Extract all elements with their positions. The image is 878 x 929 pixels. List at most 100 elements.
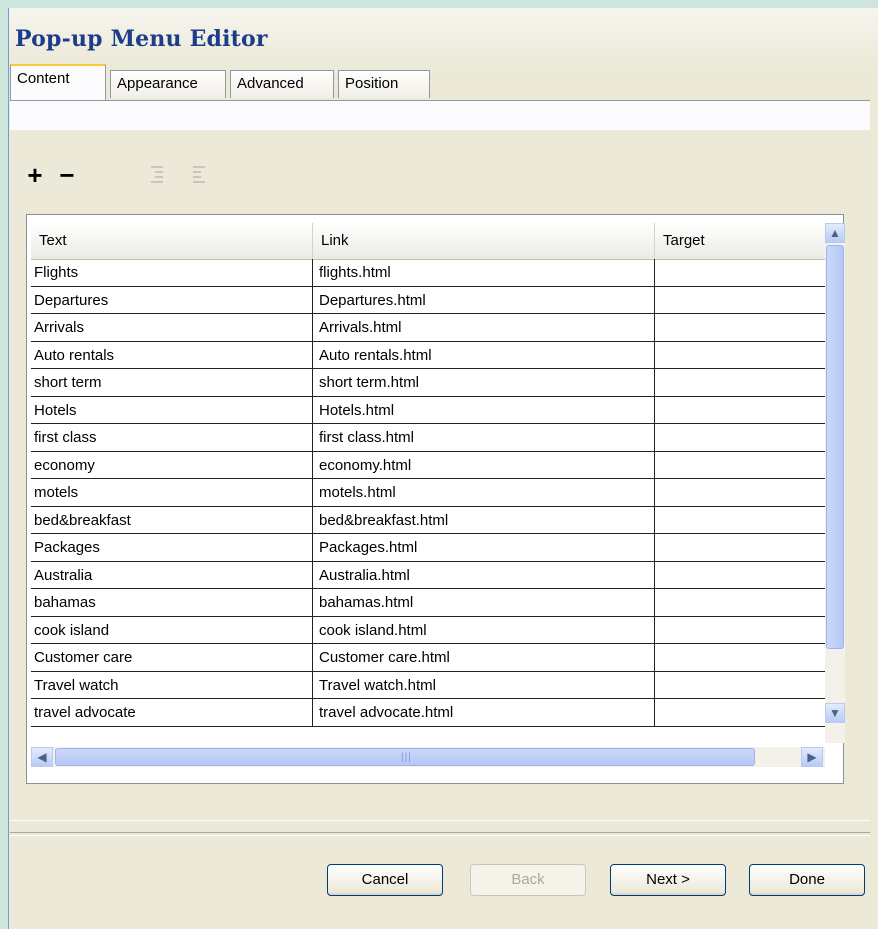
cell-text[interactable]: first class: [31, 424, 313, 451]
cell-link[interactable]: bahamas.html: [313, 589, 655, 616]
scroll-up-button[interactable]: ▲: [825, 223, 845, 243]
title-bar: Pop-up Menu Editor: [9, 8, 878, 68]
cell-target[interactable]: [655, 424, 825, 451]
table-row[interactable]: Auto rentals Auto rentals.html: [31, 341, 825, 369]
column-header-link[interactable]: Link: [313, 223, 655, 259]
cell-link[interactable]: bed&breakfast.html: [313, 506, 655, 534]
cell-link[interactable]: economy.html: [313, 451, 655, 479]
scroll-left-button[interactable]: ◀: [31, 747, 53, 767]
cell-target[interactable]: [655, 534, 825, 561]
table-row[interactable]: first class first class.html: [31, 424, 825, 452]
back-button[interactable]: Back: [470, 864, 586, 896]
tab-content[interactable]: Content: [10, 64, 106, 100]
cell-target[interactable]: [655, 589, 825, 616]
cell-link[interactable]: short term.html: [313, 369, 655, 396]
cell-target[interactable]: [655, 397, 825, 424]
grid-header: Text Link Target: [31, 223, 825, 260]
cell-target[interactable]: [655, 617, 825, 644]
cell-link[interactable]: Departures.html: [313, 286, 655, 314]
cell-text[interactable]: cook island: [31, 616, 313, 644]
tab-advanced[interactable]: Advanced: [230, 70, 334, 98]
indent-icon: [151, 166, 163, 183]
cell-text[interactable]: Arrivals: [31, 314, 313, 341]
cell-text[interactable]: Departures: [31, 286, 313, 314]
cell-target[interactable]: [655, 452, 825, 479]
cell-target[interactable]: [655, 287, 825, 314]
table-row[interactable]: short term short term.html: [31, 369, 825, 397]
table-row[interactable]: travel advocate travel advocate.html: [31, 699, 825, 727]
horizontal-scroll-thumb[interactable]: |||: [55, 748, 755, 766]
table-row[interactable]: Customer care Customer care.html: [31, 644, 825, 672]
cell-target[interactable]: [655, 672, 825, 699]
cell-text[interactable]: Hotels: [31, 396, 313, 424]
indent-item-button[interactable]: [144, 160, 170, 190]
cell-target[interactable]: [655, 644, 825, 671]
cell-text[interactable]: Travel watch: [31, 671, 313, 699]
table-row[interactable]: Australia Australia.html: [31, 561, 825, 589]
minus-icon: −: [59, 160, 75, 190]
cell-text[interactable]: Customer care: [31, 644, 313, 671]
table-row[interactable]: Travel watch Travel watch.html: [31, 671, 825, 699]
cell-text[interactable]: bahamas: [31, 589, 313, 616]
cell-link[interactable]: Auto rentals.html: [313, 341, 655, 369]
scroll-right-button[interactable]: ▶: [801, 747, 823, 767]
cell-text[interactable]: bed&breakfast: [31, 506, 313, 534]
cell-target[interactable]: [655, 259, 825, 286]
cell-link[interactable]: Packages.html: [313, 534, 655, 561]
cell-text[interactable]: travel advocate: [31, 699, 313, 726]
tab-position[interactable]: Position: [338, 70, 430, 98]
outdent-icon: [193, 166, 205, 183]
cell-target[interactable]: [655, 699, 825, 726]
add-item-button[interactable]: +: [22, 160, 48, 190]
done-button[interactable]: Done: [749, 864, 865, 896]
table-row[interactable]: bed&breakfast bed&breakfast.html: [31, 506, 825, 534]
tab-appearance[interactable]: Appearance: [110, 70, 226, 98]
cell-target[interactable]: [655, 562, 825, 589]
table-row[interactable]: Packages Packages.html: [31, 534, 825, 562]
chevron-left-icon: ◀: [37, 750, 47, 764]
column-header-target[interactable]: Target: [655, 223, 825, 259]
table-row[interactable]: Flights flights.html: [31, 259, 825, 287]
cancel-button[interactable]: Cancel: [327, 864, 443, 896]
table-row[interactable]: Hotels Hotels.html: [31, 396, 825, 424]
table-row[interactable]: bahamas bahamas.html: [31, 589, 825, 617]
cell-link[interactable]: Travel watch.html: [313, 671, 655, 699]
table-row[interactable]: motels motels.html: [31, 479, 825, 507]
vertical-scrollbar[interactable]: ▲ ▼: [825, 223, 845, 743]
cell-text[interactable]: Auto rentals: [31, 341, 313, 369]
horizontal-scrollbar[interactable]: ◀ ||| ▶: [31, 747, 825, 767]
table-row[interactable]: economy economy.html: [31, 451, 825, 479]
next-button[interactable]: Next >: [610, 864, 726, 896]
cell-target[interactable]: [655, 369, 825, 396]
cell-text[interactable]: Australia: [31, 561, 313, 589]
cell-link[interactable]: Customer care.html: [313, 644, 655, 671]
cell-text[interactable]: economy: [31, 451, 313, 479]
menu-items-grid: Text Link Target Flights flights.html Dep…: [26, 214, 845, 784]
outdent-item-button[interactable]: [186, 160, 212, 190]
cell-link[interactable]: flights.html: [313, 259, 655, 286]
scroll-down-button[interactable]: ▼: [825, 703, 845, 723]
cell-target[interactable]: [655, 342, 825, 369]
table-row[interactable]: Departures Departures.html: [31, 286, 825, 314]
grid-viewport: Text Link Target Flights flights.html Dep…: [31, 223, 825, 747]
cell-link[interactable]: Australia.html: [313, 561, 655, 589]
cell-link[interactable]: travel advocate.html: [313, 699, 655, 726]
vertical-scroll-thumb[interactable]: [826, 245, 844, 649]
cell-target[interactable]: [655, 507, 825, 534]
cell-link[interactable]: first class.html: [313, 424, 655, 451]
table-row[interactable]: cook island cook island.html: [31, 616, 825, 644]
cell-target[interactable]: [655, 479, 825, 506]
cell-link[interactable]: cook island.html: [313, 616, 655, 644]
cell-link[interactable]: Arrivals.html: [313, 314, 655, 341]
grid-rows: Flights flights.html Departures Departures…: [31, 259, 825, 727]
table-row[interactable]: Arrivals Arrivals.html: [31, 314, 825, 342]
cell-target[interactable]: [655, 314, 825, 341]
cell-link[interactable]: motels.html: [313, 479, 655, 506]
cell-text[interactable]: motels: [31, 479, 313, 506]
cell-link[interactable]: Hotels.html: [313, 396, 655, 424]
cell-text[interactable]: short term: [31, 369, 313, 396]
remove-item-button[interactable]: −: [54, 160, 80, 190]
cell-text[interactable]: Flights: [31, 259, 313, 286]
cell-text[interactable]: Packages: [31, 534, 313, 561]
column-header-text[interactable]: Text: [31, 223, 313, 259]
